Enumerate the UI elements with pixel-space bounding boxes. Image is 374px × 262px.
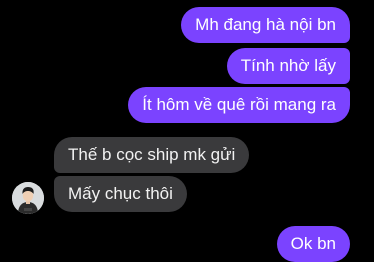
contact-avatar[interactable] xyxy=(12,182,44,214)
avatar-photo-icon xyxy=(12,182,44,214)
incoming-message-bubble[interactable]: Thế b cọc ship mk gửi xyxy=(54,137,250,173)
outgoing-message-bubble[interactable]: Mh đang hà nội bn xyxy=(181,7,350,43)
outgoing-message-bubble[interactable]: Tính nhờ lấy xyxy=(226,48,350,84)
incoming-message-bubble[interactable]: Mấy chục thôi xyxy=(54,176,187,212)
messenger-chat: { "messages": { "outgoing": [ "Mh đang h… xyxy=(0,0,374,262)
outgoing-message-bubble[interactable]: Ít hôm về quê rồi mang ra xyxy=(128,87,350,123)
